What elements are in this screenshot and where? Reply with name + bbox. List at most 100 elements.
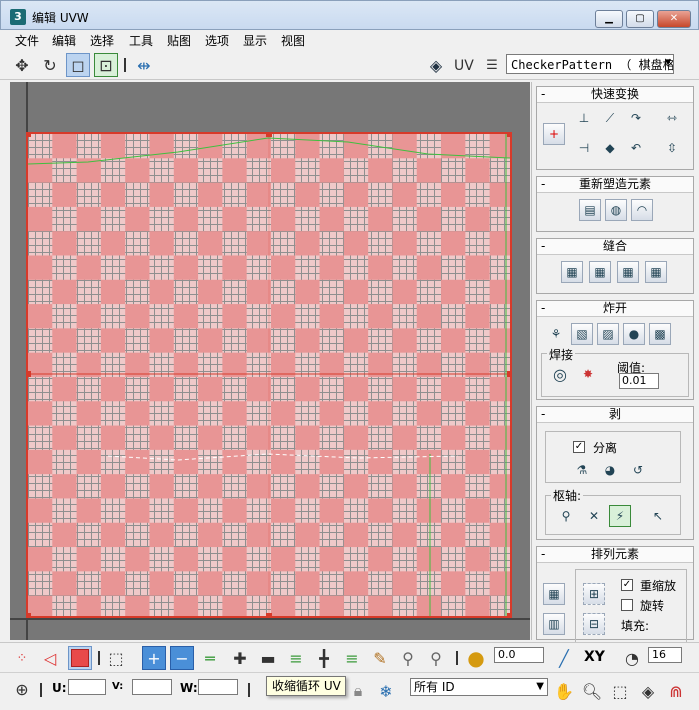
zoom-region-icon[interactable]: ⬚	[608, 679, 632, 703]
shrink-selection-icon[interactable]: −	[170, 646, 194, 670]
absolute-mode-icon[interactable]: ⊕	[10, 677, 34, 701]
unpin-icon[interactable]: ✕	[583, 505, 605, 527]
scale-icon[interactable]: ◻	[66, 53, 90, 77]
menu-display[interactable]: 显示	[243, 32, 267, 49]
rollout-header[interactable]: - 缝合	[537, 239, 693, 255]
pin-icon[interactable]: ⚲	[555, 505, 577, 527]
grow-ring-icon[interactable]: ✚	[228, 646, 252, 670]
filter-icon[interactable]: ❄	[374, 679, 398, 703]
menu-select[interactable]: 选择	[90, 32, 114, 49]
paint-grow-icon[interactable]: ⚲	[396, 646, 420, 670]
quick-peel-icon[interactable]: ⚗	[571, 459, 593, 481]
menu-tools[interactable]: 工具	[129, 32, 153, 49]
zoom-icon[interactable]: 🔍︎	[580, 679, 604, 703]
coordinate-toolbar: ⊕ U: V: W: 🔒︎ ❄ ✋ 🔍︎ ⬚ ◈ ⋒	[0, 672, 699, 710]
falloff-space-label: XY	[584, 649, 605, 665]
shrink-loop-icon[interactable]: ▬	[256, 646, 280, 670]
straighten-selection-icon[interactable]: ▤	[579, 199, 601, 221]
arrange-rollout: - 排列元素 ▦ ▥ ⊞ ⊟ ✓ 重缩放 旋转 填充:	[536, 546, 694, 643]
rotate-90-cw-icon[interactable]: ↷	[625, 107, 647, 129]
pan-icon[interactable]: ✋	[552, 679, 576, 703]
paint-select-icon[interactable]: ✎	[368, 646, 392, 670]
stitch-custom-icon[interactable]: ▦	[645, 261, 667, 283]
rotate-icon[interactable]: ↻	[38, 53, 62, 77]
peel-mode-icon[interactable]: ◕	[599, 459, 621, 481]
loop-select-icon[interactable]: ≡	[340, 646, 364, 670]
rollout-header[interactable]: - 炸开	[537, 301, 693, 317]
round-icon[interactable]: ◠	[631, 199, 653, 221]
menu-mapping[interactable]: 贴图	[167, 32, 191, 49]
stitch-source-icon[interactable]: ▦	[617, 261, 639, 283]
auto-pin-icon[interactable]: ⚡	[609, 505, 631, 527]
rollout-header[interactable]: - 重新塑造元素	[537, 177, 693, 193]
rollout-header[interactable]: -剥	[537, 407, 693, 423]
rescale-checkbox[interactable]: ✓	[621, 579, 633, 591]
maximize-button[interactable]: ▢	[626, 10, 654, 28]
edge-select-icon[interactable]: ◁	[38, 646, 62, 670]
flatten-to-clusters-icon[interactable]: ▩	[649, 323, 671, 345]
explode-by-material-icon[interactable]: ▨	[597, 323, 619, 345]
lock-icon[interactable]: 🔒︎	[346, 679, 370, 703]
falloff-curve-icon[interactable]: ╱	[552, 646, 576, 670]
pivot-icon[interactable]: +	[543, 123, 565, 145]
align-diagonal-icon[interactable]: ⟋	[599, 107, 621, 129]
face-select-icon[interactable]	[68, 646, 92, 670]
space-vertical-icon[interactable]: ⇳	[661, 137, 683, 159]
break-icon[interactable]: ⚘	[545, 323, 567, 345]
ring-icon[interactable]: ═	[198, 646, 222, 670]
menu-edit[interactable]: 编辑	[52, 32, 76, 49]
w-input[interactable]	[198, 679, 238, 695]
stitch-to-target-icon[interactable]: ▦	[561, 261, 583, 283]
rescale-elements-icon[interactable]: ⊞	[583, 583, 605, 605]
straighten-icon[interactable]: ◆	[599, 137, 621, 159]
rollout-header[interactable]: - 排列元素	[537, 547, 693, 563]
move-icon[interactable]: ✥	[10, 53, 34, 77]
checker-cube-icon[interactable]: ◈	[424, 53, 448, 77]
grid-size-input[interactable]: 16	[648, 647, 682, 663]
pack-together-icon[interactable]: ▥	[543, 613, 565, 635]
menu-options[interactable]: 选项	[205, 32, 229, 49]
rotate-checkbox[interactable]	[621, 599, 633, 611]
pack-normalize-icon[interactable]: ▦	[543, 583, 565, 605]
grow-selection-icon[interactable]: +	[142, 646, 166, 670]
grow-loop-icon[interactable]: ╋	[312, 646, 336, 670]
zoom-extents-icon[interactable]: ◈	[636, 679, 660, 703]
align-vertical-icon[interactable]: ⊣	[573, 137, 595, 159]
loop-icon[interactable]: ≡	[284, 646, 308, 670]
paint-shrink-icon[interactable]: ⚲	[424, 646, 448, 670]
group-elements-icon[interactable]: ⊟	[583, 613, 605, 635]
u-input[interactable]	[68, 679, 106, 695]
mirror-icon[interactable]: ⇹	[132, 53, 156, 77]
grid-snap-icon[interactable]: ◔	[620, 646, 644, 670]
list-icon[interactable]: ☰	[480, 53, 504, 77]
detach-checkbox[interactable]: ✓	[573, 441, 585, 453]
minimize-button[interactable]: ▁	[595, 10, 623, 28]
rotate-90-ccw-icon[interactable]: ↶	[625, 137, 647, 159]
reset-peel-icon[interactable]: ↺	[627, 459, 649, 481]
flatten-by-polygon-icon[interactable]: ●	[623, 323, 645, 345]
close-button[interactable]: ✕	[657, 10, 691, 28]
rollout-header[interactable]: - 快速变换	[537, 87, 693, 103]
v-input[interactable]	[132, 679, 172, 695]
explode-by-smoothing-icon[interactable]: ▧	[571, 323, 593, 345]
tools-panel: - 快速变换 + ⊥ ⟋ ↷ ⊣ ◆ ↶ ⇿ ⇳ - 重新塑造元素 ▤ ◍ ◠ -缝…	[531, 82, 699, 643]
id-filter-dropdown[interactable]: 所有 ID ▼	[410, 678, 548, 696]
texture-map-dropdown[interactable]: CheckerPattern （ 棋盘格 ） ▼	[506, 54, 674, 74]
select-pins-icon[interactable]: ↖	[647, 505, 669, 527]
freeform-icon[interactable]: ⊡	[94, 53, 118, 77]
menu-file[interactable]: 文件	[15, 32, 39, 49]
space-horizontal-icon[interactable]: ⇿	[661, 107, 683, 129]
uv-editor-viewport[interactable]	[10, 82, 530, 640]
menu-view[interactable]: 视图	[281, 32, 305, 49]
relax-icon[interactable]: ◍	[605, 199, 627, 221]
weld-target-icon[interactable]: ◎	[549, 363, 571, 385]
weld-selected-icon[interactable]: ✸	[577, 363, 599, 385]
align-horizontal-icon[interactable]: ⊥	[573, 107, 595, 129]
threshold-input[interactable]: 0.01	[619, 373, 659, 389]
falloff-value-input[interactable]: 0.0	[494, 647, 544, 663]
vertex-select-icon[interactable]: ⁘	[10, 646, 34, 670]
element-select-icon[interactable]: ⬚	[104, 646, 128, 670]
stitch-average-icon[interactable]: ▦	[589, 261, 611, 283]
snap-icon[interactable]: ⋒	[664, 679, 688, 703]
soft-selection-icon[interactable]: ●	[464, 646, 488, 670]
